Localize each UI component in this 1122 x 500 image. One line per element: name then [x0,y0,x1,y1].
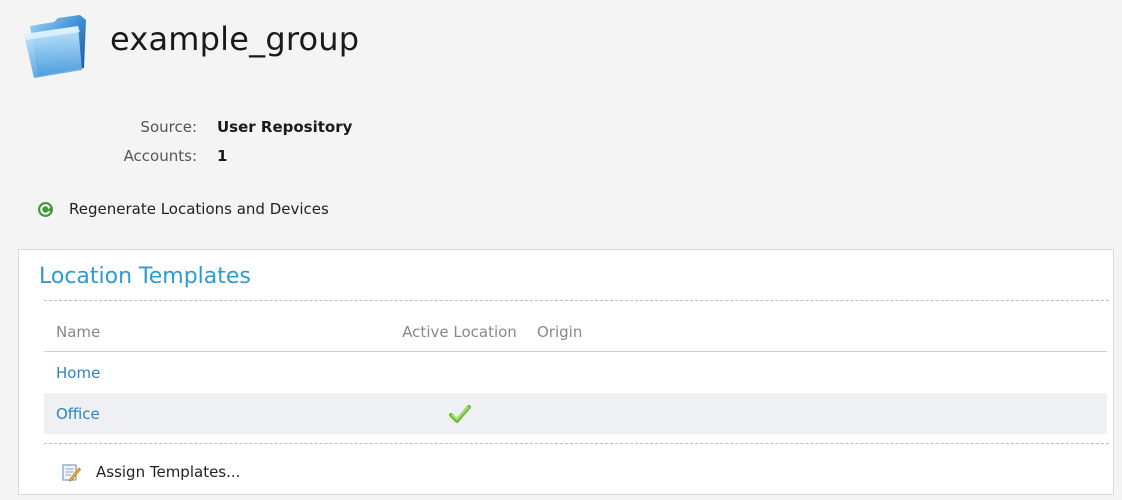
header: example_group [18,12,359,82]
refresh-icon [38,201,53,217]
location-templates-panel: Location Templates Name Active Location … [18,249,1114,495]
accounts-label: Accounts: [123,146,197,165]
footer-divider [44,443,1109,444]
table-header: Name Active Location Origin [44,312,1107,352]
title-divider [44,300,1109,301]
column-header-name[interactable]: Name [44,323,382,341]
template-link-home[interactable]: Home [56,364,100,382]
column-header-origin[interactable]: Origin [537,323,1107,341]
accounts-row: Accounts: 1 [100,141,352,170]
edit-note-icon [62,464,81,482]
regenerate-button[interactable]: Regenerate Locations and Devices [37,200,329,218]
accounts-value: 1 [217,146,228,165]
active-location-cell [382,404,537,424]
page-title: example_group [110,20,360,58]
group-details: Source: User Repository Accounts: 1 [100,112,353,170]
assign-templates-button[interactable]: Assign Templates... [61,462,240,482]
location-templates-title: Location Templates [39,264,251,289]
assign-templates-label: Assign Templates... [96,463,241,481]
source-value: User Repository [217,117,353,136]
checkmark-icon [448,404,471,423]
table-row[interactable]: Office [44,393,1107,434]
template-link-office[interactable]: Office [56,405,100,423]
source-row: Source: User Repository [100,112,352,141]
source-label: Source: [140,117,197,136]
location-templates-table: Name Active Location Origin Home Office [44,312,1107,434]
regenerate-label: Regenerate Locations and Devices [69,200,329,218]
column-header-active-location[interactable]: Active Location [382,323,537,341]
table-row[interactable]: Home [44,352,1107,393]
folder-icon [24,15,86,78]
